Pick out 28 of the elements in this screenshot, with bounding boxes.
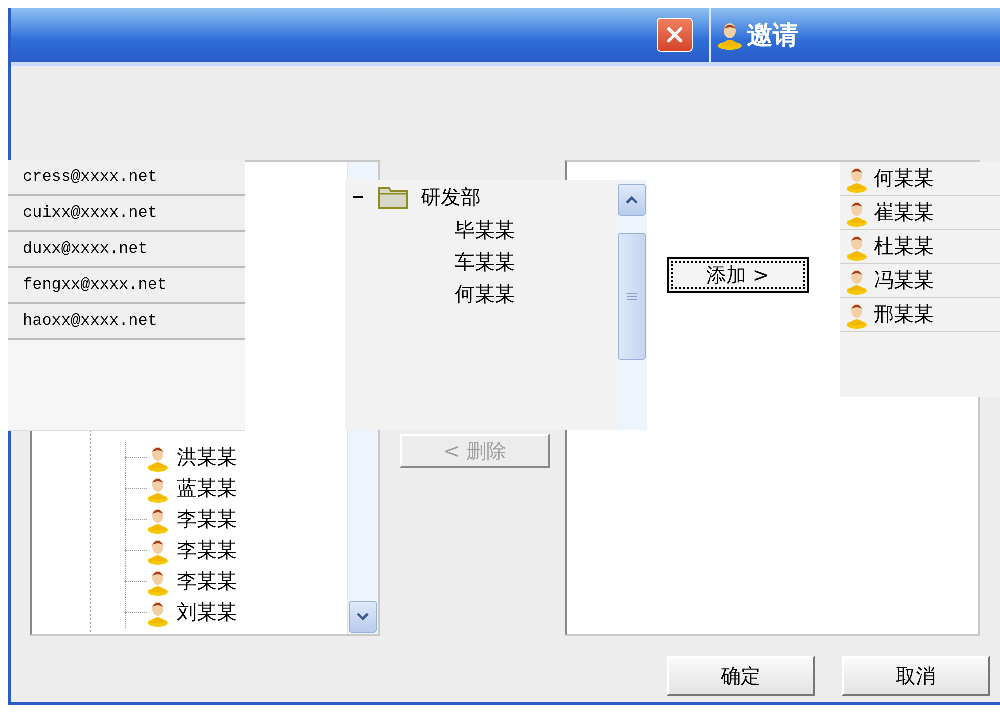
tree-item[interactable]: 刘某某	[177, 599, 237, 626]
chevron-down-icon	[356, 612, 370, 622]
selected-item[interactable]: 冯某某	[874, 267, 934, 294]
folder-icon	[377, 184, 409, 210]
tree-item[interactable]: 毕某某	[455, 216, 515, 244]
dialog-button[interactable]: 确定	[667, 656, 815, 696]
chevron-up-icon	[625, 195, 639, 205]
tree-item[interactable]: 李某某	[177, 537, 237, 564]
add-button[interactable]: 添加 >	[667, 257, 809, 293]
window-title: 邀请	[747, 20, 799, 52]
scroll-down-button[interactable]	[349, 601, 377, 633]
tree-item[interactable]: 蓝某某	[177, 475, 237, 502]
selected-item[interactable]: 杜某某	[874, 233, 934, 260]
dialog-button[interactable]: 取消	[842, 656, 990, 696]
grip-icon	[626, 292, 638, 302]
tree-item[interactable]: 洪某某	[177, 444, 237, 471]
scrollbar[interactable]	[617, 180, 647, 430]
selected-item[interactable]: 何某某	[874, 165, 934, 192]
tree-item[interactable]: 车某某	[455, 248, 515, 276]
scroll-thumb[interactable]	[618, 233, 646, 360]
tree-item[interactable]: 李某某	[177, 568, 237, 595]
scroll-up-button[interactable]	[618, 184, 646, 216]
department-node[interactable]: 研发部	[421, 184, 481, 210]
close-button[interactable]	[657, 18, 693, 52]
selected-item[interactable]: 崔某某	[874, 199, 934, 226]
tree-item[interactable]: 何某某	[455, 280, 515, 308]
tree-item[interactable]: 李某某	[177, 506, 237, 533]
selected-item[interactable]: 邢某某	[874, 301, 934, 328]
